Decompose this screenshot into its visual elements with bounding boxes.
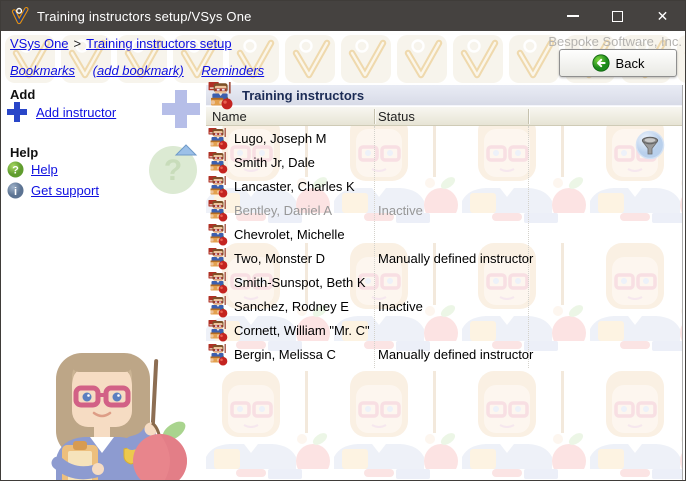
table-row[interactable]: Cornett, William "Mr. C" bbox=[206, 319, 682, 343]
add-instructor-link[interactable]: Add instructor bbox=[36, 105, 116, 120]
instructor-status: Inactive bbox=[378, 299, 423, 314]
window-title: Training instructors setup/VSys One bbox=[37, 9, 252, 24]
instructor-name: Chevrolet, Michelle bbox=[234, 227, 345, 242]
instructor-status: Inactive bbox=[378, 203, 423, 218]
info-icon: i bbox=[7, 182, 24, 199]
table-row[interactable]: Smith-Sunspot, Beth K bbox=[206, 271, 682, 295]
instructor-name: Sanchez, Rodney E bbox=[234, 299, 349, 314]
back-button[interactable]: Back bbox=[559, 49, 677, 77]
teacher-illustration bbox=[28, 345, 210, 481]
instructor-icon bbox=[207, 224, 228, 246]
sidebar: ? Add Add instructor Help ? Help i bbox=[2, 85, 206, 481]
column-separator bbox=[528, 109, 529, 124]
breadcrumb: VSys One > Training instructors setup bbox=[10, 36, 232, 51]
filter-funnel-icon[interactable] bbox=[635, 130, 665, 160]
instructor-icon bbox=[207, 248, 228, 270]
instructor-icon bbox=[207, 128, 228, 150]
breadcrumb-current-link[interactable]: Training instructors setup bbox=[86, 36, 231, 51]
instructor-name: Smith Jr, Dale bbox=[234, 155, 315, 170]
breadcrumb-home-link[interactable]: VSys One bbox=[10, 36, 69, 51]
table-row[interactable]: Smith Jr, Dale bbox=[206, 151, 682, 175]
table-row[interactable]: Lugo, Joseph M bbox=[206, 127, 682, 151]
add-bookmark-link[interactable]: (add bookmark) bbox=[93, 63, 184, 78]
column-header-name[interactable]: Name bbox=[212, 109, 247, 124]
minimize-button[interactable] bbox=[550, 1, 595, 31]
reminders-link[interactable]: Reminders bbox=[201, 63, 264, 78]
maximize-icon bbox=[612, 11, 623, 22]
instructor-name: Lugo, Joseph M bbox=[234, 131, 327, 146]
vsys-logo-icon bbox=[11, 7, 29, 25]
add-plus-icon bbox=[5, 100, 29, 124]
panel-titlebar: Training instructors bbox=[206, 85, 682, 106]
back-button-label: Back bbox=[616, 56, 645, 71]
table-row[interactable]: Bentley, Daniel A Inactive bbox=[206, 199, 682, 223]
minimize-icon bbox=[567, 15, 579, 17]
column-separator bbox=[374, 109, 375, 124]
instructor-name: Bentley, Daniel A bbox=[234, 203, 332, 218]
table-row[interactable]: Two, Monster D Manually defined instruct… bbox=[206, 247, 682, 271]
close-icon: ✕ bbox=[657, 9, 669, 23]
close-button[interactable]: ✕ bbox=[640, 1, 685, 31]
table-row[interactable]: Chevrolet, Michelle bbox=[206, 223, 682, 247]
add-watermark-plus-icon bbox=[160, 88, 202, 130]
svg-text:?: ? bbox=[12, 165, 19, 177]
company-name: Bespoke Software, Inc. bbox=[548, 34, 682, 49]
help-section-heading: Help bbox=[10, 145, 38, 160]
instructor-icon bbox=[207, 296, 228, 318]
instructor-icon bbox=[207, 344, 228, 366]
instructor-status: Manually defined instructor bbox=[378, 347, 533, 362]
table-header-row: Name Status bbox=[206, 107, 682, 126]
panel-title: Training instructors bbox=[242, 88, 364, 103]
instructor-status: Manually defined instructor bbox=[378, 251, 533, 266]
table-row[interactable]: Bergin, Melissa C Manually defined instr… bbox=[206, 343, 682, 367]
breadcrumb-separator: > bbox=[74, 36, 82, 51]
instructor-name: Smith-Sunspot, Beth K bbox=[234, 275, 366, 290]
table-row[interactable]: Lancaster, Charles K bbox=[206, 175, 682, 199]
training-instructors-icon bbox=[207, 82, 233, 110]
instructor-name: Cornett, William "Mr. C" bbox=[234, 323, 370, 338]
instructor-icon bbox=[207, 176, 228, 198]
get-support-link[interactable]: Get support bbox=[31, 183, 99, 198]
instructor-icon bbox=[207, 272, 228, 294]
help-watermark-icon: ? bbox=[148, 143, 202, 195]
bookmarks-link[interactable]: Bookmarks bbox=[10, 63, 75, 78]
svg-text:?: ? bbox=[164, 154, 182, 187]
quicklinks-bar: Bookmarks (add bookmark) Reminders bbox=[10, 63, 278, 78]
svg-text:i: i bbox=[14, 186, 17, 198]
instructors-panel: Training instructors Name Status Lugo, J… bbox=[206, 85, 683, 481]
maximize-button[interactable] bbox=[595, 1, 640, 31]
instructor-icon bbox=[207, 320, 228, 342]
back-arrow-icon bbox=[592, 54, 610, 72]
window-titlebar[interactable]: Training instructors setup/VSys One ✕ bbox=[1, 1, 685, 31]
table-row[interactable]: Sanchez, Rodney E Inactive bbox=[206, 295, 682, 319]
instructor-name: Lancaster, Charles K bbox=[234, 179, 355, 194]
top-navigation-strip: VSys One > Training instructors setup Besp… bbox=[2, 31, 686, 85]
instructor-icon bbox=[207, 200, 228, 222]
help-icon: ? bbox=[7, 161, 24, 178]
instructor-name: Two, Monster D bbox=[234, 251, 325, 266]
instructor-name: Bergin, Melissa C bbox=[234, 347, 336, 362]
instructor-icon bbox=[207, 152, 228, 174]
column-header-status[interactable]: Status bbox=[378, 109, 415, 124]
app-window: Training instructors setup/VSys One ✕ VS… bbox=[0, 0, 686, 481]
help-link[interactable]: Help bbox=[31, 162, 58, 177]
